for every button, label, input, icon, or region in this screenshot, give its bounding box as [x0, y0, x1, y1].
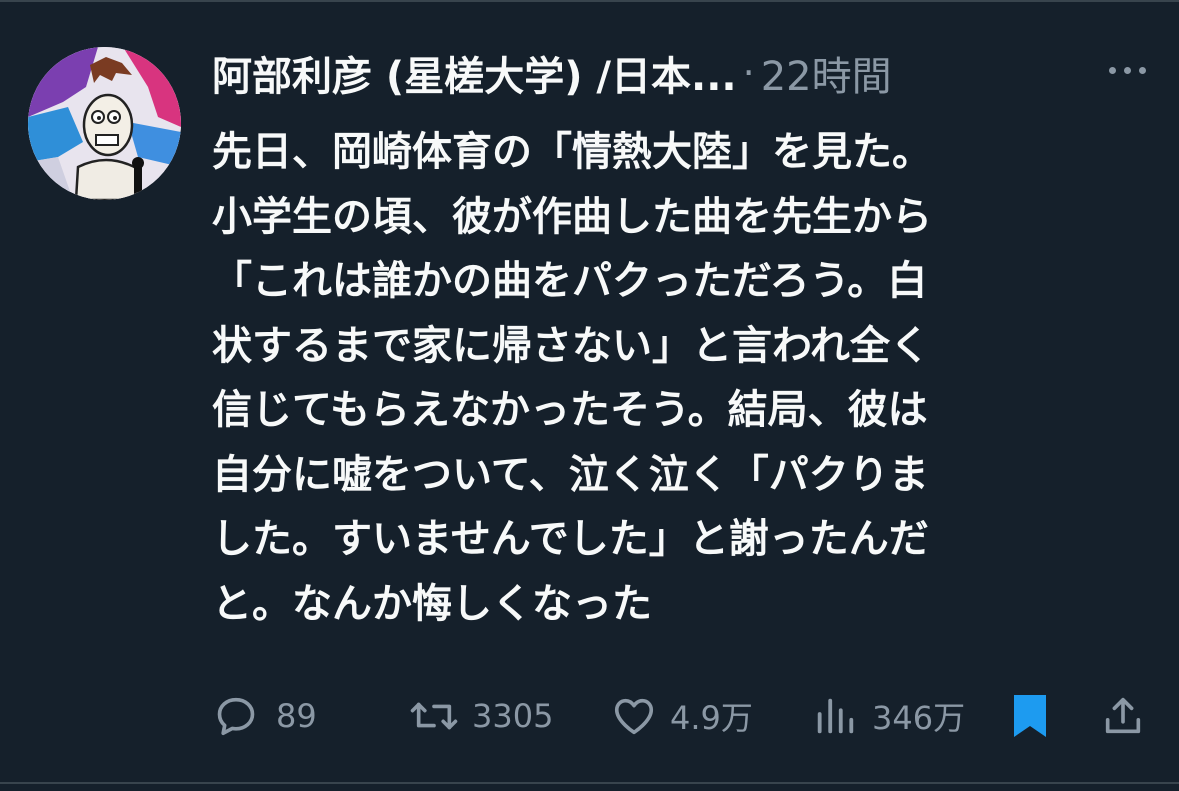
avatar[interactable]: [28, 47, 181, 200]
retweet-button[interactable]: 3305: [408, 690, 553, 742]
views-count: 346万: [872, 699, 966, 737]
reply-count: 89: [276, 697, 317, 735]
top-divider: [0, 0, 1179, 2]
more-icon-dot: [1123, 66, 1131, 74]
views-button[interactable]: 346万: [812, 690, 965, 742]
retweet-count: 3305: [472, 697, 554, 735]
views-icon: [817, 698, 854, 734]
like-count: 4.9万: [670, 699, 753, 737]
tweet-line: した。すいませんでした」と謝ったんだ: [212, 516, 929, 562]
reply-button[interactable]: 89: [212, 690, 317, 742]
bookmark-button[interactable]: [1008, 690, 1052, 742]
more-icon-dot: [1138, 66, 1146, 74]
reply-icon: [217, 697, 255, 736]
retweet-icon: [410, 702, 458, 730]
tweet-line: 信じてもらえなかったそう。結局、彼は: [212, 387, 928, 433]
tweet-actions: 89 3305 4.9万 346万: [212, 690, 1152, 742]
tweet-line: 小学生の頃、彼が作曲した曲を先生から: [212, 193, 932, 240]
tweet-text: 先日、岡崎体育の「情熱大陸」を見た。 小学生の頃、彼が作曲した曲を先生から 「こ…: [212, 120, 1142, 636]
more-options-button[interactable]: [1100, 50, 1154, 90]
tweet-line: 状するまで家に帰さない」と言われ全く: [212, 322, 930, 369]
more-icon-dot: [1108, 66, 1116, 74]
tweet-header: 阿部利彦 (星槎大学) /日本... · 22時間: [212, 42, 1142, 104]
separator-dot: ·: [742, 51, 755, 95]
like-button[interactable]: 4.9万: [610, 690, 753, 742]
bottom-divider: [0, 782, 1179, 784]
timestamp[interactable]: 22時間: [761, 44, 892, 102]
heart-icon: [614, 698, 654, 735]
tweet-line: 自分に嘘をついて、泣く泣く「パクりま: [212, 451, 929, 498]
tweet-line: 「これは誰かの曲をパクっただろう。白: [212, 258, 928, 304]
display-name[interactable]: 阿部利彦 (星槎大学) /日本...: [212, 44, 737, 102]
tweet-line: 先日、岡崎体育の「情熱大陸」を見た。: [212, 129, 932, 175]
avatar-illustration: [28, 47, 181, 200]
share-icon: [1105, 697, 1141, 734]
share-button[interactable]: [1100, 690, 1146, 742]
bookmark-icon: [1014, 695, 1046, 737]
tweet-line: と。なんか悔しくなった: [212, 580, 652, 627]
